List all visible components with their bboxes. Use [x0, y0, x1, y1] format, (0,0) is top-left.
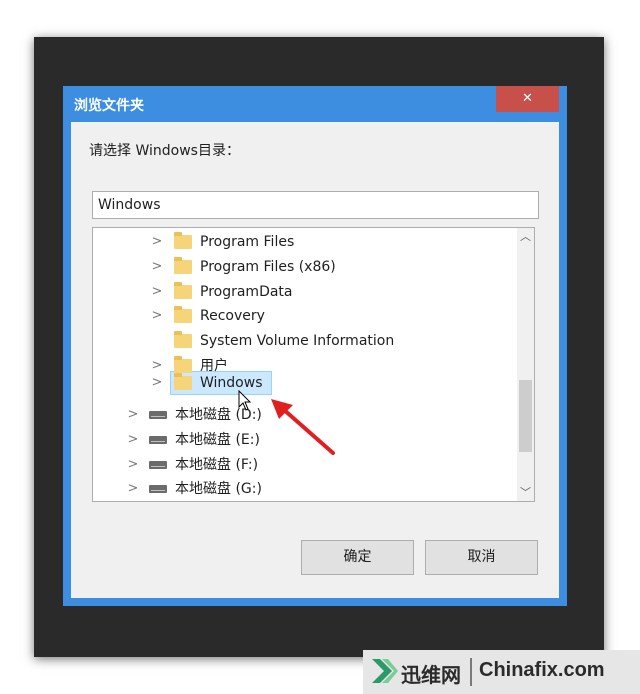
mouse-cursor-icon	[238, 390, 252, 411]
chevron-right-icon[interactable]: >	[151, 304, 163, 328]
scroll-thumb[interactable]	[519, 380, 532, 452]
chevron-right-icon[interactable]: >	[151, 371, 163, 395]
annotation-arrow-icon	[271, 399, 335, 455]
title-bar[interactable]: 浏览文件夹 ✕	[63, 86, 567, 122]
watermark-divider	[470, 658, 472, 686]
watermark-en-text: Chinafix.com	[479, 659, 605, 681]
close-button[interactable]: ✕	[496, 86, 559, 112]
folder-icon	[174, 306, 192, 323]
chevron-right-icon[interactable]: >	[151, 255, 163, 279]
tree-item-label: Program Files (x86)	[200, 259, 336, 275]
chevron-right-icon[interactable]: >	[151, 230, 163, 254]
tree-item-label: Program Files	[200, 234, 295, 250]
scroll-down-icon[interactable]: ﹀	[517, 484, 534, 501]
tree-item-label: System Volume Information	[200, 333, 395, 349]
tree-item-label: Recovery	[200, 308, 265, 324]
chevron-right-icon[interactable]: >	[127, 477, 139, 501]
tree-item-label: Windows	[200, 375, 263, 391]
tree-item-system-volume-information[interactable]: System Volume Information	[93, 329, 513, 353]
chevron-right-icon[interactable]: >	[127, 453, 139, 477]
folder-icon	[174, 282, 192, 299]
ok-button[interactable]: 确定	[301, 540, 414, 575]
folder-tree[interactable]: > Program Files > Program Files (x86) > …	[92, 227, 535, 502]
tree-item-windows[interactable]: > Windows	[93, 371, 513, 395]
browse-folder-dialog: 浏览文件夹 ✕ 请选择 Windows目录： > Program Files >…	[63, 86, 567, 606]
tree-item-label: 本地磁盘 (E:)	[175, 432, 260, 448]
tree-item-label: 本地磁盘 (F:)	[175, 457, 259, 473]
chevron-right-icon[interactable]: >	[127, 428, 139, 452]
drive-icon	[149, 461, 167, 469]
watermark-cn-text: 迅维网	[401, 663, 461, 687]
dialog-body: 请选择 Windows目录： > Program Files > Program…	[71, 122, 559, 598]
tree-item-recovery[interactable]: > Recovery	[93, 304, 513, 328]
drive-icon	[149, 485, 167, 493]
drive-icon	[149, 411, 167, 419]
scroll-up-icon[interactable]: ︿	[517, 228, 534, 245]
folder-path-input[interactable]	[92, 191, 539, 219]
dialog-title: 浏览文件夹	[74, 98, 144, 114]
watermark-logo-icon	[372, 659, 398, 683]
chevron-right-icon[interactable]: >	[151, 280, 163, 304]
folder-icon	[174, 257, 192, 274]
folder-icon	[174, 331, 192, 348]
vertical-scrollbar[interactable]: ︿ ﹀	[517, 228, 534, 501]
chevron-right-icon[interactable]: >	[127, 403, 139, 427]
tree-item-drive-g[interactable]: > 本地磁盘 (G:)	[93, 477, 513, 501]
prompt-label: 请选择 Windows目录：	[89, 143, 240, 159]
drive-icon	[149, 436, 167, 444]
watermark: 迅维网 Chinafix.com	[363, 650, 640, 694]
folder-icon	[174, 232, 192, 249]
tree-item-label: ProgramData	[200, 284, 293, 300]
tree-item-program-files[interactable]: > Program Files	[93, 230, 513, 254]
folder-icon	[174, 373, 192, 390]
cancel-button[interactable]: 取消	[425, 540, 538, 575]
close-icon: ✕	[522, 91, 533, 106]
tree-item-programdata[interactable]: > ProgramData	[93, 280, 513, 304]
tree-item-label: 本地磁盘 (G:)	[175, 481, 262, 497]
tree-item-program-files-x86[interactable]: > Program Files (x86)	[93, 255, 513, 279]
